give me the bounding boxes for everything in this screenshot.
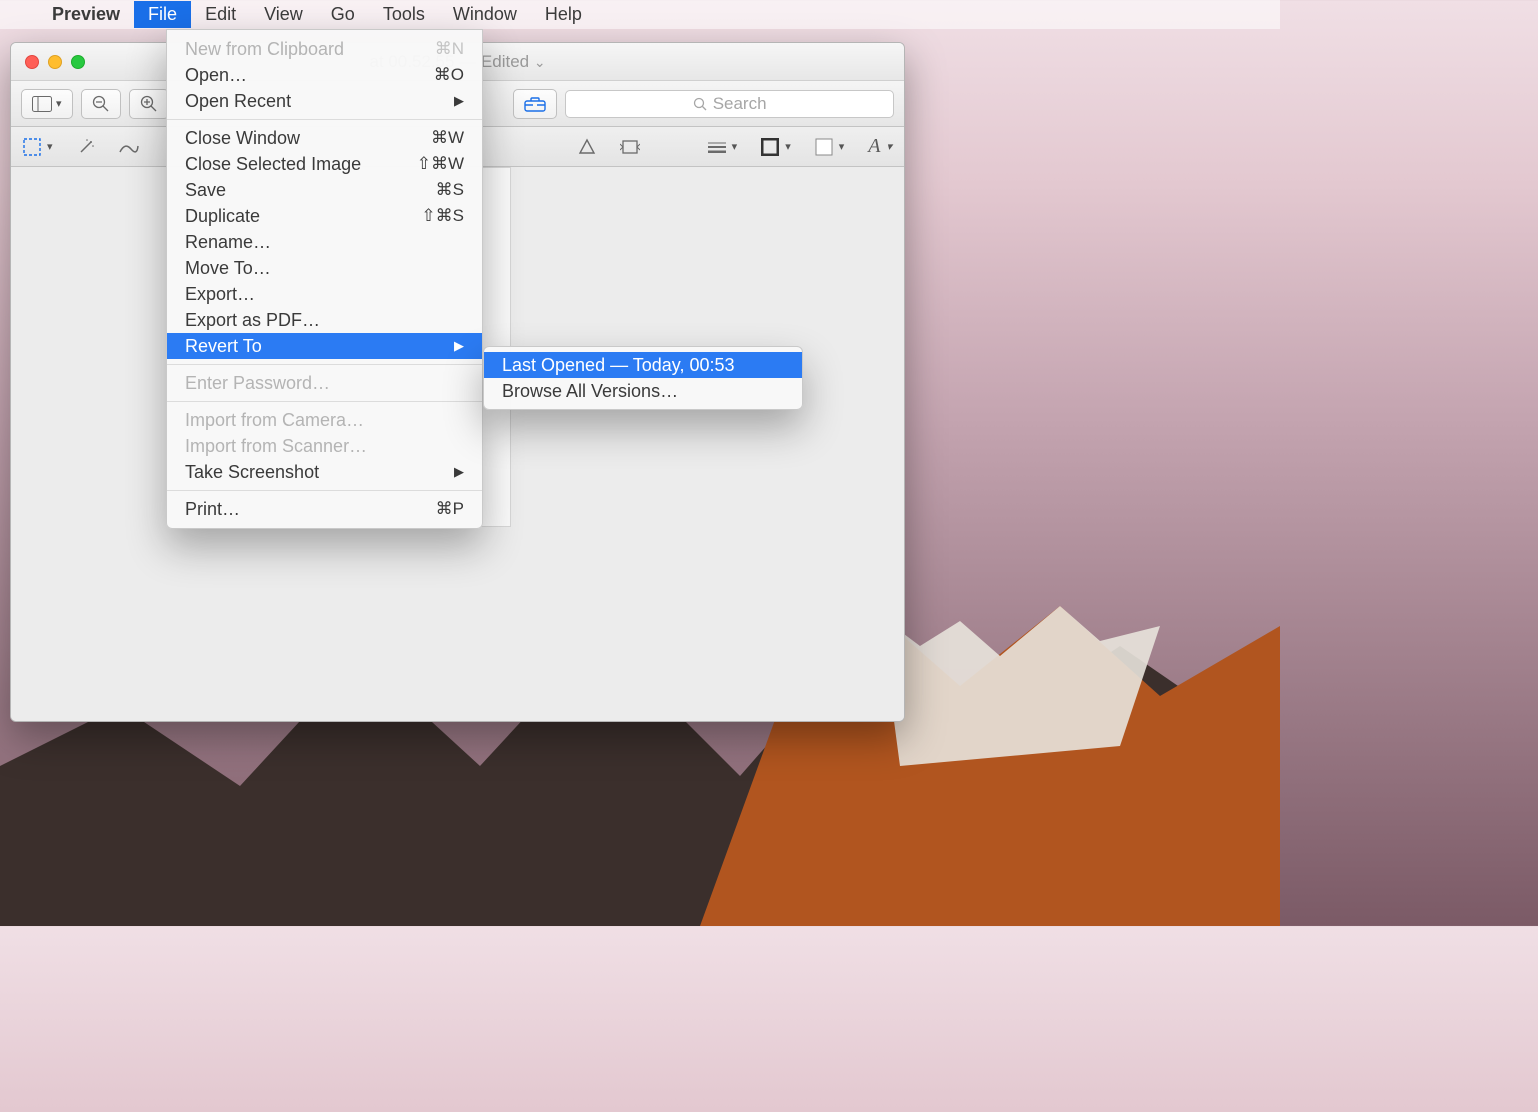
menu-item-shortcut: ⌘P (436, 499, 464, 519)
search-placeholder: Search (713, 94, 767, 114)
zoom-out-button[interactable] (81, 89, 121, 119)
menubar-item-view[interactable]: View (250, 1, 317, 28)
menubar-item-window[interactable]: Window (439, 1, 531, 28)
menu-item-label: Import from Camera… (185, 410, 364, 431)
menu-separator (167, 401, 482, 402)
window-controls (25, 55, 85, 69)
minimize-button[interactable] (48, 55, 62, 69)
menu-item-label: Export as PDF… (185, 310, 320, 331)
sketch-tool[interactable] (119, 140, 139, 154)
menu-item-rename[interactable]: Rename… (167, 229, 482, 255)
zoom-button[interactable] (71, 55, 85, 69)
search-icon (693, 97, 707, 111)
line-style-tool[interactable] (708, 140, 738, 153)
chevron-down-icon: ⌄ (534, 54, 546, 70)
menu-separator (167, 490, 482, 491)
menubar-item-go[interactable]: Go (317, 1, 369, 28)
menu-item-label: Export… (185, 284, 255, 305)
submenu-arrow-icon: ▶ (454, 464, 464, 480)
menu-item-shortcut: ⌘W (431, 128, 464, 148)
menu-item-shortcut: ⌘O (434, 65, 464, 85)
selection-icon (23, 138, 41, 156)
menu-item-export-as-pdf[interactable]: Export as PDF… (167, 307, 482, 333)
revert-to-submenu: Last Opened — Today, 00:53 Browse All Ver… (483, 346, 803, 410)
menu-item-shortcut: ⇧⌘W (417, 154, 464, 174)
menu-separator (167, 119, 482, 120)
menu-item-export[interactable]: Export… (167, 281, 482, 307)
menu-item-label: Print… (185, 499, 240, 520)
menu-item-label: Close Selected Image (185, 154, 361, 175)
markup-toolbar-button[interactable] (513, 89, 557, 119)
menu-item-new-from-clipboard: New from Clipboard ⌘N (167, 36, 482, 62)
menu-item-import-from-camera: Import from Camera… (167, 407, 482, 433)
zoom-out-icon (92, 95, 110, 113)
toolbox-icon (524, 96, 546, 112)
zoom-in-button[interactable] (129, 89, 169, 119)
menu-item-label: New from Clipboard (185, 39, 344, 60)
menubar: Preview File Edit View Go Tools Window H… (0, 0, 1280, 29)
menubar-app-name[interactable]: Preview (38, 1, 134, 28)
menu-item-save[interactable]: Save ⌘S (167, 177, 482, 203)
menu-separator (167, 364, 482, 365)
menu-item-label: Open… (185, 65, 247, 86)
pencil-line-icon (119, 140, 139, 154)
menu-item-print[interactable]: Print… ⌘P (167, 496, 482, 522)
menu-item-label: Enter Password… (185, 373, 330, 394)
submenu-item-label: Browse All Versions… (502, 381, 678, 402)
fill-color-tool[interactable] (815, 138, 845, 156)
menu-item-label: Close Window (185, 128, 300, 149)
text-style-tool[interactable]: A (868, 135, 892, 158)
menu-item-shortcut: ⇧⌘S (421, 206, 464, 226)
search-field[interactable]: Search (565, 90, 894, 118)
sidebar-view-button[interactable] (21, 89, 73, 119)
menu-item-duplicate[interactable]: Duplicate ⇧⌘S (167, 203, 482, 229)
menu-item-label: Revert To (185, 336, 262, 357)
submenu-item-last-opened-today-00-53[interactable]: Last Opened — Today, 00:53 (484, 352, 802, 378)
magic-wand-icon (77, 138, 95, 156)
menu-item-open-recent[interactable]: Open Recent ▶ (167, 88, 482, 114)
sidebar-icon (32, 96, 52, 112)
instant-alpha-tool[interactable] (77, 138, 95, 156)
zoom-in-icon (140, 95, 158, 113)
menu-item-close-selected-image[interactable]: Close Selected Image ⇧⌘W (167, 151, 482, 177)
menu-item-shortcut: ⌘N (435, 39, 464, 59)
close-button[interactable] (25, 55, 39, 69)
submenu-arrow-icon: ▶ (454, 338, 464, 354)
menubar-item-edit[interactable]: Edit (191, 1, 250, 28)
menu-item-label: Move To… (185, 258, 271, 279)
resize-icon (620, 138, 640, 156)
menu-item-open[interactable]: Open… ⌘O (167, 62, 482, 88)
menu-item-import-from-scanner: Import from Scanner… (167, 433, 482, 459)
menu-item-label: Import from Scanner… (185, 436, 367, 457)
menu-item-move-to[interactable]: Move To… (167, 255, 482, 281)
submenu-item-browse-all-versions[interactable]: Browse All Versions… (484, 378, 802, 404)
border-color-tool[interactable] (761, 138, 791, 156)
menubar-item-help[interactable]: Help (531, 1, 596, 28)
submenu-arrow-icon: ▶ (454, 93, 464, 109)
fill-swatch-icon (815, 138, 833, 156)
prism-icon (578, 138, 596, 156)
adjust-color-tool[interactable] (578, 138, 596, 156)
submenu-item-label: Last Opened — Today, 00:53 (502, 355, 735, 376)
selection-tool[interactable] (23, 138, 53, 156)
menu-item-enter-password: Enter Password… (167, 370, 482, 396)
menu-item-label: Duplicate (185, 206, 260, 227)
menu-item-label: Take Screenshot (185, 462, 319, 483)
lines-icon (708, 141, 726, 153)
menu-item-revert-to[interactable]: Revert To ▶ (167, 333, 482, 359)
menu-item-shortcut: ⌘S (436, 180, 464, 200)
menu-item-label: Rename… (185, 232, 271, 253)
menu-item-close-window[interactable]: Close Window ⌘W (167, 125, 482, 151)
menu-item-take-screenshot[interactable]: Take Screenshot ▶ (167, 459, 482, 485)
menubar-item-file[interactable]: File (134, 1, 191, 28)
adjust-size-tool[interactable] (620, 138, 640, 156)
menubar-item-tools[interactable]: Tools (369, 1, 439, 28)
border-swatch-icon (761, 138, 779, 156)
file-menu: New from Clipboard ⌘N Open… ⌘O Open Recent ▶ C… (166, 29, 483, 529)
menu-item-label: Open Recent (185, 91, 291, 112)
menu-item-label: Save (185, 180, 226, 201)
